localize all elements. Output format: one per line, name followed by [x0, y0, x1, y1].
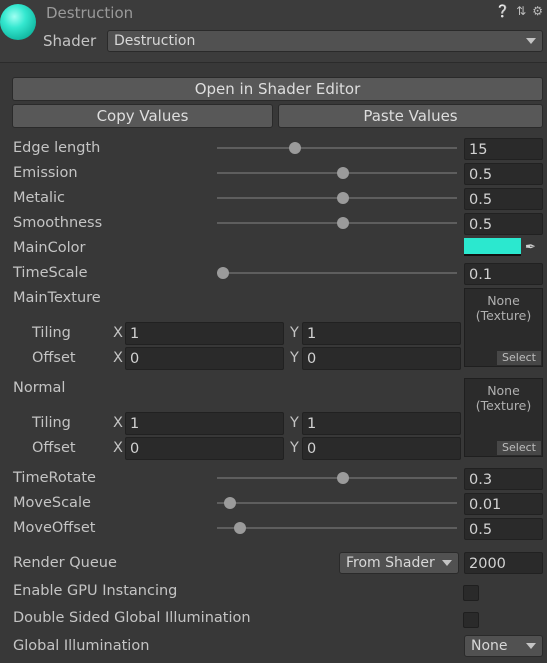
- time-rotate-slider-handle[interactable]: [337, 472, 349, 484]
- normal-label: Normal: [13, 380, 66, 396]
- normal-texture-none-text: None (Texture): [465, 383, 542, 413]
- global-illumination-dropdown[interactable]: None: [464, 635, 543, 657]
- normal-texture-slot[interactable]: None (Texture) Select: [464, 378, 543, 457]
- metalic-field[interactable]: 0.5: [464, 188, 543, 210]
- render-queue-mode-dropdown[interactable]: From Shader: [339, 552, 459, 574]
- emission-field[interactable]: 0.5: [464, 163, 543, 185]
- normal-offset-y-field[interactable]: 0: [302, 437, 461, 460]
- global-illumination-value: None: [471, 638, 508, 654]
- double-sided-gi-label: Double Sided Global Illumination: [13, 610, 251, 626]
- metalic-slider-handle[interactable]: [337, 192, 349, 204]
- double-sided-gi-checkbox[interactable]: [463, 612, 479, 628]
- normal-tiling-y-label: Y: [290, 415, 299, 431]
- normal-offset-x-label: X: [113, 440, 123, 456]
- settings-icon[interactable]: ⚙: [532, 4, 543, 18]
- move-scale-field[interactable]: 0.01: [464, 493, 543, 515]
- edge-length-slider-handle[interactable]: [289, 142, 301, 154]
- normal-offset-x-field[interactable]: 0: [125, 437, 284, 460]
- move-scale-slider-handle[interactable]: [224, 497, 237, 509]
- move-offset-field[interactable]: 0.5: [464, 518, 543, 540]
- main-offset-y-field[interactable]: 0: [302, 347, 461, 370]
- normal-tiling-x-field[interactable]: 1: [125, 412, 284, 435]
- time-rotate-field[interactable]: 0.3: [464, 468, 543, 490]
- main-texture-none-text: None (Texture): [465, 293, 542, 323]
- texture-type-label: (Texture): [475, 308, 532, 323]
- texture-none-label: None: [487, 383, 520, 398]
- smoothness-label: Smoothness: [13, 215, 103, 231]
- main-color-label: MainColor: [13, 240, 86, 256]
- time-rotate-label: TimeRotate: [13, 470, 96, 486]
- edge-length-field[interactable]: 15: [464, 138, 543, 160]
- emission-label: Emission: [13, 165, 78, 181]
- move-scale-label: MoveScale: [13, 495, 91, 511]
- emission-slider-handle[interactable]: [337, 167, 349, 179]
- material-header: Destruction ❔ ⇅ ⚙ Shader Destruction: [0, 0, 547, 62]
- chevron-down-icon: [442, 560, 452, 566]
- chevron-down-icon: [526, 38, 536, 44]
- move-offset-label: MoveOffset: [13, 520, 96, 536]
- main-offset-label: Offset: [32, 350, 76, 366]
- shader-dropdown[interactable]: Destruction: [107, 30, 543, 52]
- open-shader-editor-button[interactable]: Open in Shader Editor: [12, 77, 543, 101]
- smoothness-slider-handle[interactable]: [337, 217, 349, 229]
- time-scale-field[interactable]: 0.1: [464, 263, 543, 285]
- time-scale-slider[interactable]: [217, 272, 457, 274]
- move-offset-slider-handle[interactable]: [233, 522, 246, 534]
- material-preview-sphere: [0, 4, 36, 40]
- normal-tiling-x-label: X: [113, 415, 123, 431]
- main-offset-y-label: Y: [290, 350, 299, 366]
- normal-tiling-label: Tiling: [32, 415, 71, 431]
- main-texture-select-button[interactable]: Select: [497, 351, 541, 365]
- main-tiling-label: Tiling: [32, 325, 71, 341]
- copy-values-button[interactable]: Copy Values: [12, 104, 273, 128]
- move-offset-slider[interactable]: [217, 527, 457, 529]
- main-tiling-x-label: X: [113, 325, 123, 341]
- paste-values-button[interactable]: Paste Values: [278, 104, 543, 128]
- eyedropper-icon[interactable]: ✒: [525, 240, 536, 255]
- main-offset-x-label: X: [113, 350, 123, 366]
- texture-type-label: (Texture): [475, 398, 532, 413]
- material-title: Destruction: [46, 4, 134, 22]
- time-scale-slider-handle[interactable]: [217, 267, 229, 279]
- edge-length-label: Edge length: [13, 140, 101, 156]
- time-scale-label: TimeScale: [13, 265, 88, 281]
- normal-tiling-y-field[interactable]: 1: [302, 412, 461, 435]
- normal-offset-label: Offset: [32, 440, 76, 456]
- metalic-label: Metalic: [13, 190, 66, 206]
- main-tiling-x-field[interactable]: 1: [125, 322, 284, 345]
- texture-none-label: None: [487, 293, 520, 308]
- shader-label: Shader: [43, 32, 97, 50]
- render-queue-mode-value: From Shader: [346, 555, 435, 571]
- global-illumination-label: Global Illumination: [13, 638, 150, 654]
- render-queue-field[interactable]: 2000: [464, 552, 543, 574]
- main-color-swatch[interactable]: [464, 238, 521, 256]
- gpu-instancing-label: Enable GPU Instancing: [13, 583, 178, 599]
- edge-length-slider[interactable]: [217, 147, 457, 149]
- preset-icon[interactable]: ⇅: [516, 4, 526, 18]
- render-queue-label: Render Queue: [13, 555, 117, 571]
- header-icons: ❔ ⇅ ⚙: [495, 4, 543, 18]
- main-texture-slot[interactable]: None (Texture) Select: [464, 288, 543, 367]
- gpu-instancing-checkbox[interactable]: [463, 585, 479, 601]
- move-scale-slider[interactable]: [217, 502, 457, 504]
- normal-texture-select-button[interactable]: Select: [497, 441, 541, 455]
- shader-dropdown-value: Destruction: [114, 33, 196, 49]
- main-offset-x-field[interactable]: 0: [125, 347, 284, 370]
- header-divider: [0, 62, 547, 63]
- normal-offset-y-label: Y: [290, 440, 299, 456]
- main-tiling-y-label: Y: [290, 325, 299, 341]
- chevron-down-icon: [526, 643, 536, 649]
- main-texture-label: MainTexture: [13, 290, 101, 306]
- help-icon[interactable]: ❔: [495, 4, 510, 18]
- smoothness-field[interactable]: 0.5: [464, 213, 543, 235]
- main-tiling-y-field[interactable]: 1: [302, 322, 461, 345]
